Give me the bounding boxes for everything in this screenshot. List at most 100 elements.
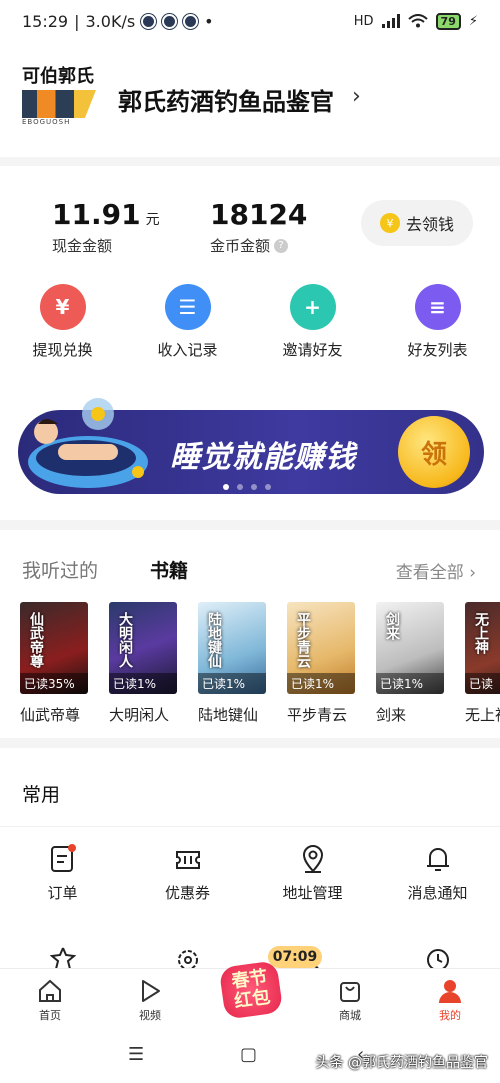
- cash-label: 现金金额: [52, 237, 113, 255]
- action-label: 收入记录: [157, 341, 218, 359]
- coupon-button[interactable]: 优惠券: [125, 844, 250, 903]
- tab-listened[interactable]: 我听过的: [22, 556, 98, 583]
- tab-books[interactable]: 书籍: [150, 556, 188, 583]
- book-cover-title: 无上神: [473, 612, 489, 654]
- read-progress: 已读1%: [376, 673, 444, 694]
- action-income-record[interactable]: ☰ 收入记录: [125, 284, 250, 360]
- book-cover: 无上神 已读: [465, 602, 500, 694]
- address-icon: [302, 845, 323, 873]
- order-button[interactable]: 订单: [0, 844, 125, 903]
- coupon-icon: [175, 851, 200, 869]
- battery-icon: 79: [435, 12, 461, 30]
- notification-button[interactable]: 消息通知: [375, 844, 500, 903]
- collect-money-label: 去领钱: [405, 215, 454, 234]
- notification-bell-icon: [426, 848, 449, 871]
- friend-list-icon: ≡: [414, 284, 461, 330]
- cash-balance[interactable]: 11.91 元 现金金额: [52, 198, 160, 256]
- income-record-icon: ☰: [164, 284, 211, 330]
- tab-label: 商城: [339, 1009, 361, 1022]
- status-bar: 15:29 | 3.0K/s • HD 79 ⚡: [0, 0, 500, 42]
- chevron-right-icon[interactable]: ›: [352, 84, 361, 109]
- red-packet-icon: 春节 红包: [218, 960, 284, 1020]
- collect-money-button[interactable]: ¥ 去领钱: [361, 200, 473, 246]
- quick-actions: ¥ 提现兑换 ☰ 收入记录 + 邀请好友 ≡ 好友列表: [0, 284, 500, 360]
- action-friend-list[interactable]: ≡ 好友列表: [375, 284, 500, 360]
- read-progress: 已读: [465, 673, 500, 694]
- hd-badge: HD: [353, 13, 374, 29]
- favorites-button[interactable]: [0, 946, 125, 970]
- festival-text-2: 红包: [233, 986, 272, 1013]
- countdown-timer: 07:09: [268, 946, 322, 968]
- read-progress: 已读35%: [20, 673, 88, 694]
- book-item[interactable]: 大明闲人已读1% 大明闲人: [109, 602, 177, 725]
- history-clock-icon: [426, 949, 449, 970]
- common-section: 常用 订单 优惠券 地址管理 消息通知: [0, 748, 500, 970]
- book-cover: 剑来已读1%: [376, 602, 444, 694]
- app-notification-icon: [183, 13, 199, 29]
- profile-icon: [439, 980, 461, 1003]
- recent-apps-icon[interactable]: ☰: [128, 1044, 144, 1065]
- read-progress: 已读1%: [198, 673, 266, 694]
- book-list: 仙武帝尊 已读35% 仙武帝尊 大明闲人 已读1% 大明闲人 陆地键仙 已读1% 陆地键仙 平步青…: [20, 602, 500, 725]
- book-cover-title: 平步青云: [295, 612, 311, 668]
- action-label: 好友列表: [407, 341, 468, 359]
- tab-label: 视频: [139, 1009, 161, 1022]
- wifi-icon: [407, 14, 428, 28]
- app-notification-icon: [162, 13, 178, 29]
- tab-home[interactable]: 首页: [0, 969, 100, 1026]
- carousel-indicator: [223, 484, 271, 490]
- tab-profile[interactable]: 我的: [400, 969, 500, 1026]
- tab-video[interactable]: 视频: [100, 969, 200, 1026]
- home-square-icon[interactable]: ▢: [240, 1044, 257, 1065]
- coin-value: 18124: [210, 198, 308, 231]
- read-progress: 已读1%: [109, 673, 177, 694]
- action-label: 提现兑换: [32, 341, 93, 359]
- order-label: 订单: [47, 884, 78, 902]
- book-title: 剑来: [376, 706, 407, 724]
- book-item[interactable]: 无上神已读无上神: [465, 602, 500, 725]
- cash-unit: 元: [145, 212, 160, 228]
- book-item[interactable]: 仙武帝尊 已读35% 仙武帝尊: [20, 602, 88, 725]
- book-title: 平步青云: [287, 706, 348, 724]
- status-divider: |: [74, 11, 80, 31]
- cash-value: 11.91: [52, 198, 141, 231]
- withdraw-icon: ¥: [39, 284, 86, 330]
- collect-coin-icon[interactable]: 领: [398, 416, 470, 488]
- divider: [0, 826, 500, 827]
- book-cover-title: 陆地键仙: [206, 612, 222, 668]
- sleeping-person-illustration: [28, 398, 148, 488]
- book-cover: 平步青云 已读1%: [287, 602, 355, 694]
- network-speed: 3.0K/s: [85, 11, 136, 31]
- banner-slogan: 睡觉就能赚钱: [170, 440, 356, 475]
- book-item[interactable]: 平步青云 已读1% 平步青云: [287, 602, 355, 725]
- profile-header[interactable]: 可伯郭氏 EBOGUOSH 郭氏药酒钓鱼品鉴官 ›: [0, 42, 500, 157]
- charging-icon: ⚡: [468, 13, 478, 29]
- tab-label: 首页: [39, 1009, 61, 1022]
- avatar[interactable]: 可伯郭氏 EBOGUOSH: [22, 62, 98, 128]
- section-title: 常用: [22, 784, 61, 806]
- sleep-earn-banner[interactable]: 睡觉就能赚钱 领: [18, 398, 484, 504]
- book-cover-title: 剑来: [384, 612, 400, 640]
- signal-icon: [381, 14, 400, 28]
- festival-red-packet[interactable]: 春节 红包 07:09: [218, 946, 322, 1020]
- book-cover-title: 大明闲人: [117, 612, 133, 668]
- action-withdraw[interactable]: ¥ 提现兑换: [0, 284, 125, 360]
- more-notifications-icon: •: [204, 11, 214, 31]
- history-button[interactable]: [375, 946, 500, 970]
- address-button[interactable]: 地址管理: [250, 844, 375, 903]
- tab-shop[interactable]: 商城: [300, 969, 400, 1026]
- book-cover: 仙武帝尊 已读35%: [20, 602, 88, 694]
- book-title: 仙武帝尊: [20, 706, 81, 724]
- book-cover: 大明闲人已读1%: [109, 602, 177, 694]
- profile-name[interactable]: 郭氏药酒钓鱼品鉴官: [118, 82, 334, 117]
- book-item[interactable]: 剑来 已读1% 剑来: [376, 602, 444, 725]
- see-all-link[interactable]: 查看全部 ›: [396, 558, 476, 583]
- book-item[interactable]: 陆地键仙 已读1% 陆地键仙: [198, 602, 266, 725]
- app-notification-icon: [141, 13, 157, 29]
- coin-balance[interactable]: 18124 金币金额?: [210, 198, 307, 256]
- coin-label: 金币金额: [210, 237, 271, 255]
- tab-label: 我的: [439, 1009, 461, 1022]
- action-invite-friend[interactable]: + 邀请好友: [250, 284, 375, 360]
- help-icon[interactable]: ?: [274, 238, 289, 253]
- favorite-star-icon: [49, 947, 76, 970]
